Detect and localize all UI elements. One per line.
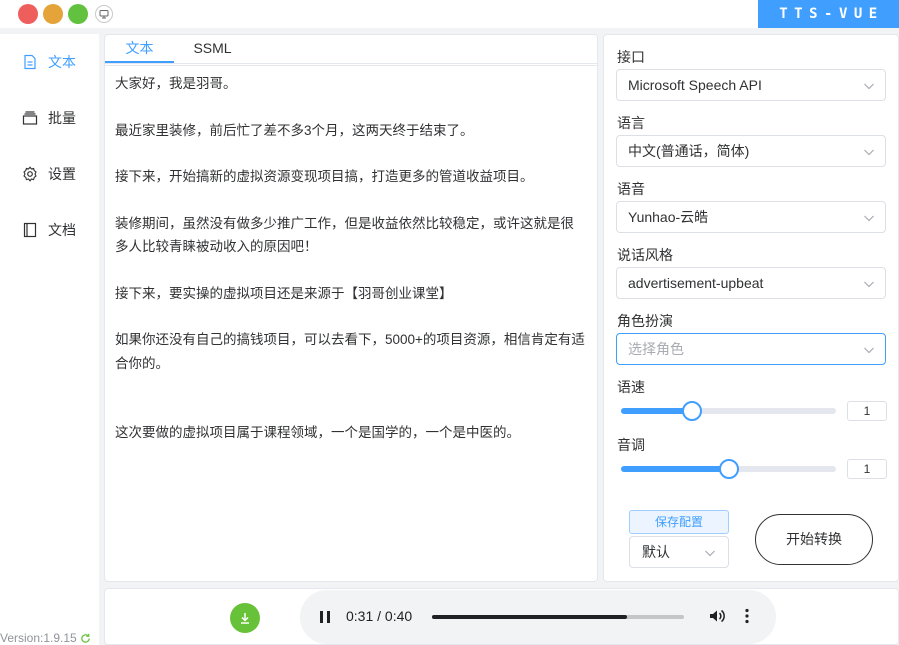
sidebar-item-docs[interactable]: 文档 xyxy=(0,210,99,250)
sidebar-item-label: 批量 xyxy=(48,110,76,126)
title-bar: TTS-VUE xyxy=(0,0,899,28)
speed-value[interactable]: 1 xyxy=(847,401,887,421)
sidebar-item-label: 文本 xyxy=(48,54,76,70)
speed-slider[interactable] xyxy=(621,401,836,421)
layers-icon xyxy=(22,111,38,125)
playback-time: 0:31 / 0:40 xyxy=(346,608,413,624)
tab-text[interactable]: 文本 xyxy=(105,35,174,63)
sidebar-item-label: 设置 xyxy=(48,166,76,182)
book-icon xyxy=(23,222,37,238)
style-label: 说话风格 xyxy=(617,247,673,263)
api-select[interactable]: Microsoft Speech API xyxy=(616,69,886,101)
chevron-down-icon xyxy=(864,281,874,288)
speed-label: 语速 xyxy=(617,379,645,395)
language-select[interactable]: 中文(普通话，简体) xyxy=(616,135,886,167)
preset-select-value: 默认 xyxy=(642,544,670,560)
document-icon xyxy=(24,54,36,70)
editor-tabs: 文本 SSML xyxy=(105,35,597,63)
api-label: 接口 xyxy=(617,49,645,65)
preset-select[interactable]: 默认 xyxy=(629,536,729,568)
sidebar-item-settings[interactable]: 设置 xyxy=(0,154,99,194)
download-button[interactable] xyxy=(230,603,260,633)
monitor-icon[interactable] xyxy=(95,5,113,23)
download-icon xyxy=(241,613,249,624)
pitch-label: 音调 xyxy=(617,437,645,453)
voice-select-value: Yunhao-云皓 xyxy=(628,209,709,225)
pitch-slider[interactable] xyxy=(621,459,836,479)
player-bar: 0:31 / 0:40 xyxy=(104,588,899,645)
text-input-area[interactable]: 大家好，我是羽哥。 最近家里装修，前后忙了差不多3个月，这两天终于结束了。 接下… xyxy=(105,65,597,581)
voice-label: 语音 xyxy=(617,181,645,197)
role-label: 角色扮演 xyxy=(617,313,673,329)
refresh-icon[interactable] xyxy=(80,633,91,644)
chevron-down-icon xyxy=(864,83,874,90)
minimize-window-button[interactable] xyxy=(43,4,63,24)
audio-player: 0:31 / 0:40 xyxy=(300,590,776,644)
chevron-down-icon xyxy=(864,347,874,354)
language-select-value: 中文(普通话，简体) xyxy=(628,143,750,159)
app-brand: TTS-VUE xyxy=(758,0,899,28)
sidebar-item-label: 文档 xyxy=(48,222,76,238)
pause-icon[interactable] xyxy=(318,609,332,625)
start-convert-button[interactable]: 开始转换 xyxy=(755,514,873,565)
sidebar-item-text[interactable]: 文本 xyxy=(0,42,99,82)
version-info: Version:1.9.15 xyxy=(0,631,91,645)
role-select[interactable]: 选择角色 xyxy=(616,333,886,365)
pitch-slider-fill xyxy=(621,466,729,472)
chevron-down-icon xyxy=(864,149,874,156)
pitch-slider-handle[interactable] xyxy=(718,459,739,479)
editor-panel: 文本 SSML 大家好，我是羽哥。 最近家里装修，前后忙了差不多3个月，这两天终… xyxy=(104,34,598,582)
gear-icon xyxy=(23,166,37,182)
tabs-divider xyxy=(105,63,597,64)
sidebar-item-batch[interactable]: 批量 xyxy=(0,98,99,138)
language-label: 语言 xyxy=(617,115,645,131)
tab-ssml[interactable]: SSML xyxy=(180,35,245,63)
volume-icon[interactable] xyxy=(708,607,726,625)
close-window-button[interactable] xyxy=(18,4,38,24)
playback-progress-fill xyxy=(432,615,628,619)
style-select[interactable]: advertisement-upbeat xyxy=(616,267,886,299)
more-options-icon[interactable] xyxy=(744,607,750,625)
chevron-down-icon xyxy=(864,215,874,222)
api-select-value: Microsoft Speech API xyxy=(628,77,762,93)
settings-panel: 接口 Microsoft Speech API 语言 中文(普通话，简体) 语音… xyxy=(603,34,899,582)
voice-select[interactable]: Yunhao-云皓 xyxy=(616,201,886,233)
version-label: Version:1.9.15 xyxy=(0,631,77,645)
style-select-value: advertisement-upbeat xyxy=(628,275,764,291)
speed-slider-handle[interactable] xyxy=(681,401,702,421)
chevron-down-icon xyxy=(705,550,715,557)
maximize-window-button[interactable] xyxy=(68,4,88,24)
save-config-button[interactable]: 保存配置 xyxy=(629,510,729,534)
sidebar: 文本 批量 设置 文档 Version:1.9.15 xyxy=(0,34,99,645)
pitch-value[interactable]: 1 xyxy=(847,459,887,479)
playback-progress[interactable] xyxy=(432,615,684,619)
role-select-placeholder: 选择角色 xyxy=(628,341,684,357)
